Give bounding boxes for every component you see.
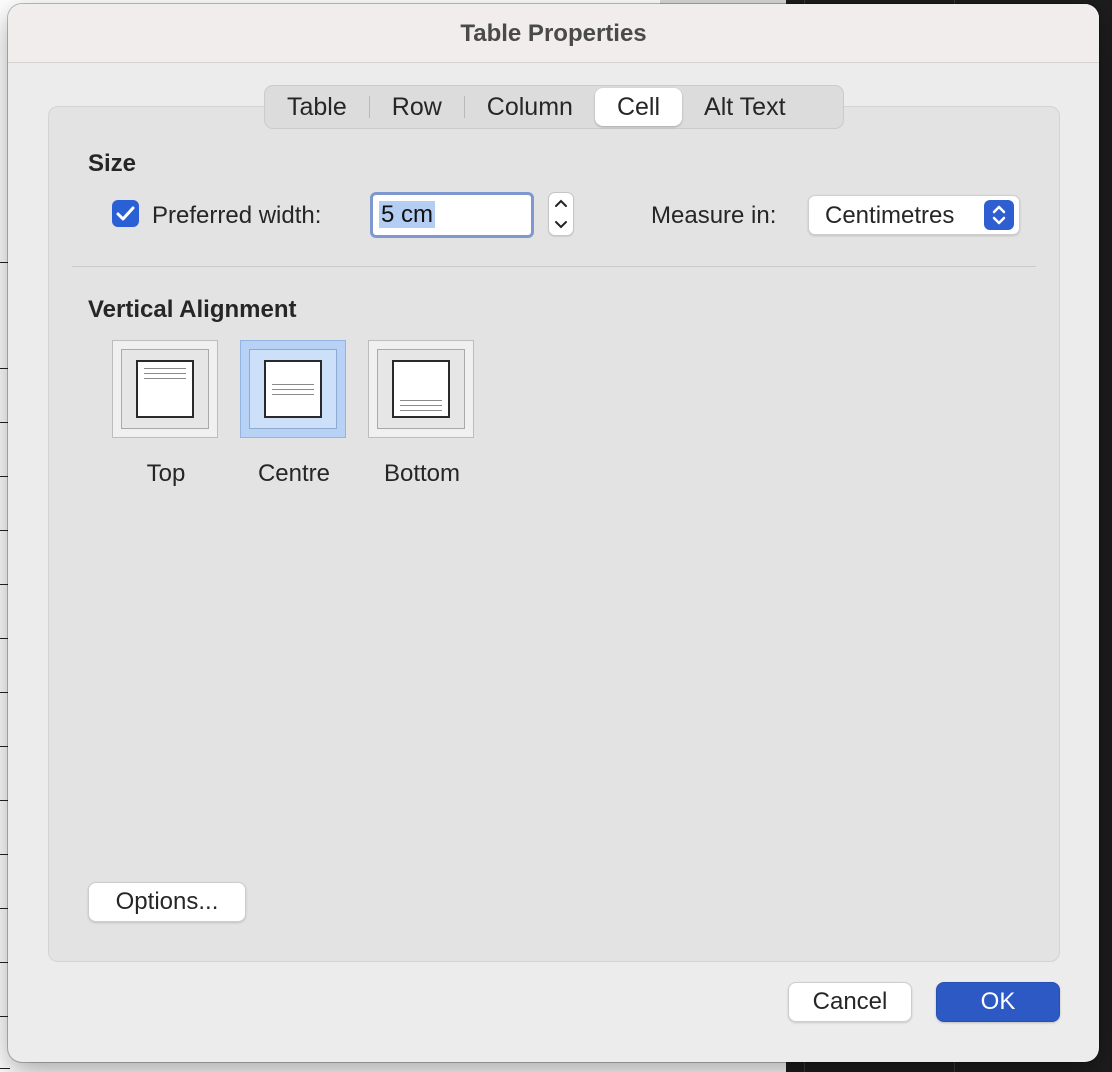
- tab-row[interactable]: Row: [370, 88, 464, 126]
- tab-column[interactable]: Column: [465, 88, 595, 126]
- measure-in-value: Centimetres: [825, 202, 955, 229]
- vertical-alignment-heading: Vertical Alignment: [88, 296, 297, 323]
- tab-alt-text[interactable]: Alt Text: [682, 88, 808, 126]
- align-bottom-icon: [392, 360, 450, 418]
- size-heading: Size: [88, 150, 137, 177]
- cancel-button[interactable]: Cancel: [788, 982, 912, 1022]
- title-bar: Table Properties: [8, 4, 1099, 63]
- measure-in-select[interactable]: Centimetres: [808, 195, 1020, 235]
- align-top-button[interactable]: [112, 340, 218, 438]
- align-top-icon: [136, 360, 194, 418]
- options-button[interactable]: Options...: [88, 882, 246, 922]
- preferred-width-checkbox[interactable]: [112, 200, 139, 227]
- text-line: [144, 378, 186, 379]
- preferred-width-stepper[interactable]: [548, 192, 574, 236]
- tab-cell[interactable]: Cell: [594, 88, 683, 126]
- text-line: [144, 373, 186, 374]
- align-bottom-label: Bottom: [383, 460, 461, 487]
- align-centre-icon: [264, 360, 322, 418]
- section-divider: [72, 266, 1036, 267]
- align-bottom-frame: [377, 349, 465, 429]
- checkmark-icon: [116, 206, 135, 221]
- align-centre-frame: [249, 349, 337, 429]
- text-line: [400, 400, 442, 401]
- popup-arrows-icon: [984, 200, 1014, 230]
- dialog-title: Table Properties: [460, 20, 647, 47]
- text-line: [272, 384, 314, 385]
- text-line: [400, 405, 442, 406]
- align-top-frame: [121, 349, 209, 429]
- tab-table[interactable]: Table: [265, 88, 369, 126]
- table-properties-dialog: Table Properties Table Row Column Cell A…: [8, 4, 1099, 1062]
- preferred-width-value: 5 cm: [379, 201, 436, 228]
- tab-bar: Table Row Column Cell Alt Text: [264, 85, 844, 129]
- ok-button[interactable]: OK: [936, 982, 1060, 1022]
- text-line: [272, 389, 314, 390]
- preferred-width-label: Preferred width:: [152, 202, 322, 229]
- align-centre-button[interactable]: [240, 340, 346, 438]
- align-top-label: Top: [146, 460, 186, 487]
- stepper-up-icon[interactable]: [549, 193, 573, 214]
- stepper-down-icon[interactable]: [549, 214, 573, 235]
- measure-in-label: Measure in:: [651, 202, 777, 229]
- preferred-width-input[interactable]: 5 cm: [370, 192, 534, 238]
- text-line: [400, 410, 442, 411]
- text-line: [144, 368, 186, 369]
- doc-rule: [0, 1068, 10, 1069]
- text-line: [272, 394, 314, 395]
- align-bottom-button[interactable]: [368, 340, 474, 438]
- align-centre-label: Centre: [257, 460, 331, 487]
